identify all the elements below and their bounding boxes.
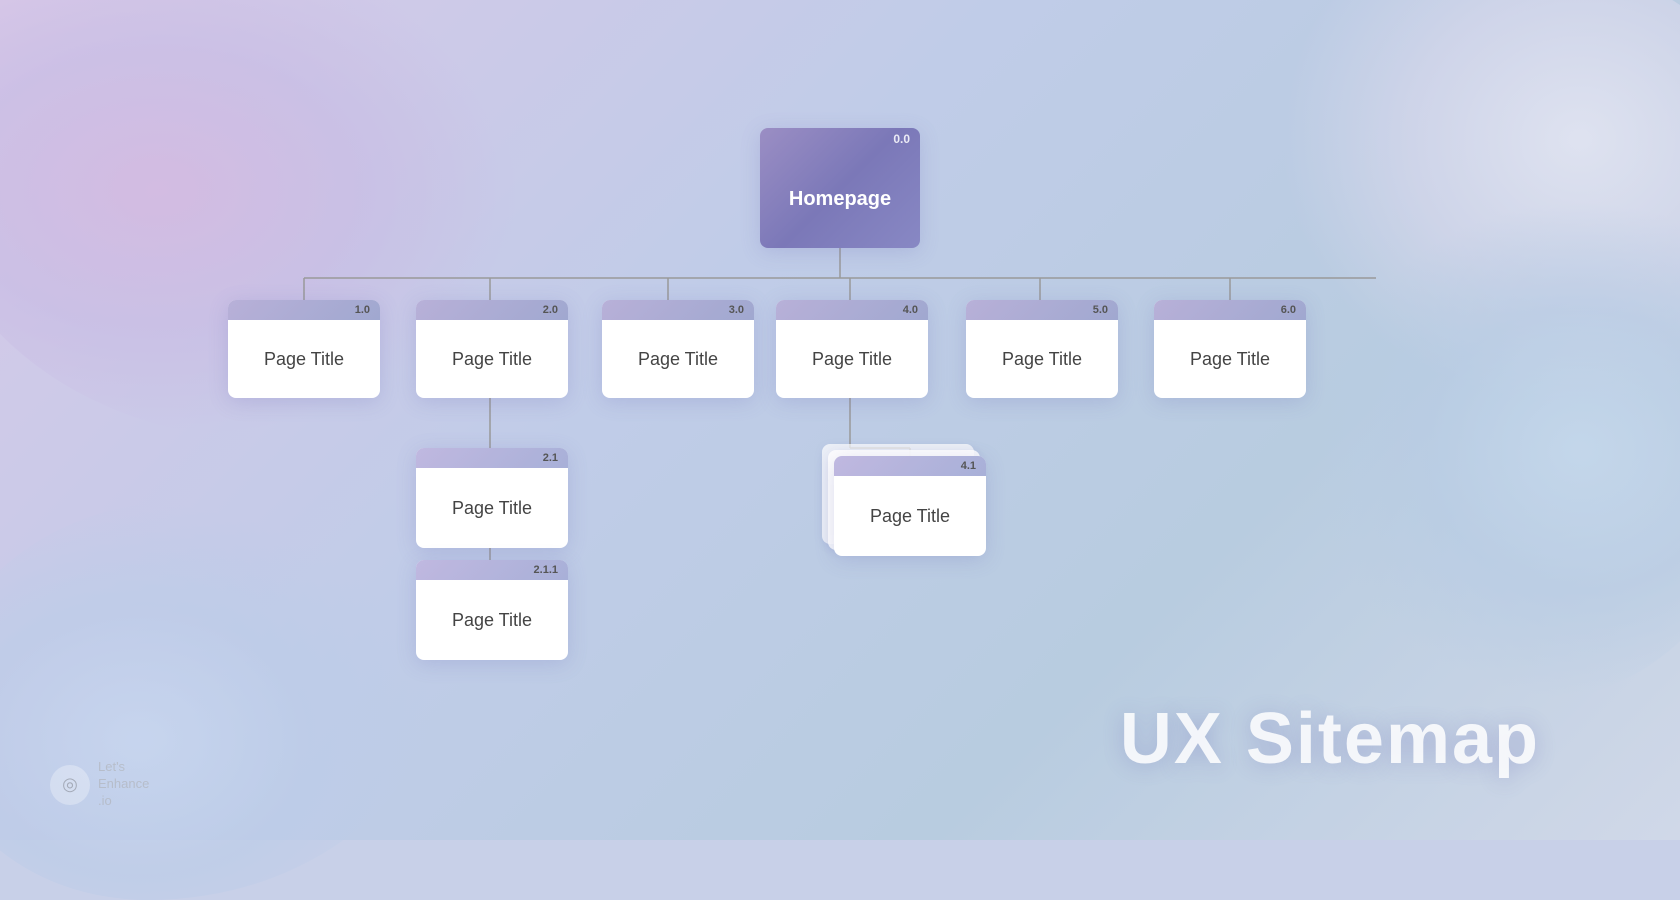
logo-icon: ◎ (50, 765, 90, 805)
node-2-1-1-label: Page Title (416, 580, 568, 660)
node-4-1-label: Page Title (834, 476, 986, 556)
node-2-0-id: 2.0 (416, 300, 568, 320)
node-5-0[interactable]: 5.0 Page Title (966, 300, 1118, 398)
node-2-0[interactable]: 2.0 Page Title (416, 300, 568, 398)
node-4-0[interactable]: 4.0 Page Title (776, 300, 928, 398)
node-6-0[interactable]: 6.0 Page Title (1154, 300, 1306, 398)
node-1-0-id: 1.0 (228, 300, 380, 320)
node-4-0-label: Page Title (776, 320, 928, 398)
node-3-0[interactable]: 3.0 Page Title (602, 300, 754, 398)
node-2-1[interactable]: 2.1 Page Title (416, 448, 568, 548)
main-content: 0.0 Homepage 1.0 Page Title 2.0 Page Tit… (0, 0, 1680, 840)
homepage-node-label: Homepage (760, 150, 920, 248)
node-3-0-id: 3.0 (602, 300, 754, 320)
node-2-1-id: 2.1 (416, 448, 568, 468)
homepage-node[interactable]: 0.0 Homepage (760, 128, 920, 248)
sitemap-title: UX Sitemap (1120, 698, 1540, 780)
node-5-0-label: Page Title (966, 320, 1118, 398)
node-4-1-front[interactable]: 4.1 Page Title (834, 456, 986, 556)
homepage-node-id: 0.0 (760, 128, 920, 150)
node-6-0-id: 6.0 (1154, 300, 1306, 320)
node-2-1-1[interactable]: 2.1.1 Page Title (416, 560, 568, 660)
node-3-0-label: Page Title (602, 320, 754, 398)
node-2-1-1-id: 2.1.1 (416, 560, 568, 580)
logo-text: Let's Enhance .io (98, 759, 149, 810)
node-4-1-id: 4.1 (834, 456, 986, 476)
node-2-0-label: Page Title (416, 320, 568, 398)
node-6-0-label: Page Title (1154, 320, 1306, 398)
node-4-1[interactable]: 4.1 Page Title (834, 456, 986, 556)
logo: ◎ Let's Enhance .io (50, 759, 149, 810)
node-1-0-label: Page Title (228, 320, 380, 398)
node-4-0-id: 4.0 (776, 300, 928, 320)
node-1-0[interactable]: 1.0 Page Title (228, 300, 380, 398)
node-5-0-id: 5.0 (966, 300, 1118, 320)
node-2-1-label: Page Title (416, 468, 568, 548)
